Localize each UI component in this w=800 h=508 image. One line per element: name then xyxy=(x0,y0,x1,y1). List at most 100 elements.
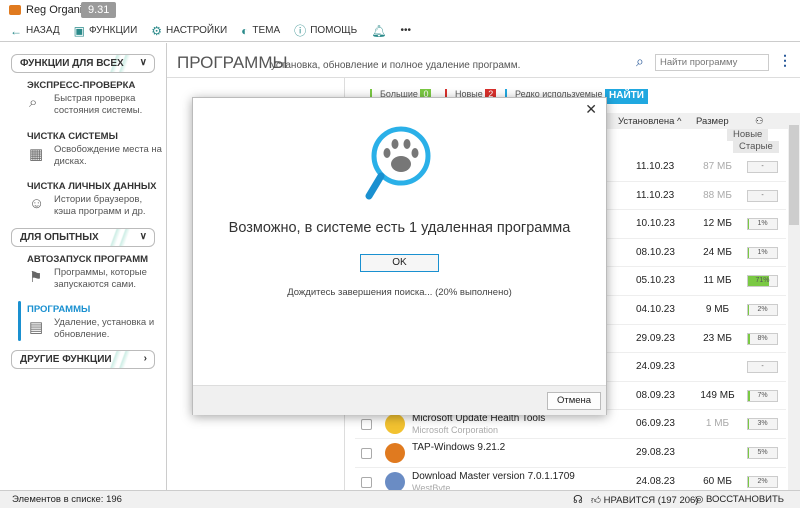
usage-bar: 1% xyxy=(747,218,778,231)
page-subtitle: установка, обновление и полное удаление … xyxy=(271,60,521,71)
item-count: Элементов в списке: 196 xyxy=(12,494,122,505)
ok-button[interactable]: OK xyxy=(360,254,439,272)
program-size: 24 МБ xyxy=(703,246,732,258)
help-label: ПОМОЩЬ xyxy=(310,25,358,36)
usage-label: 3% xyxy=(757,420,768,428)
paw-magnifier-icon xyxy=(365,126,431,200)
sidebar-item-privacy-cleanup[interactable]: ЧИСТКА ЛИЧНЫХ ДАННЫХ ☺ Истории браузеров, … xyxy=(27,181,162,218)
arrow-left-icon: ← xyxy=(10,23,22,38)
install-date: 05.10.23 xyxy=(636,275,675,287)
status-bar: Элементов в списке: 196 ☊ 👍︎ НРАВИТСЯ (1… xyxy=(0,490,800,508)
settings-button[interactable]: ⚙ НАСТРОЙКИ xyxy=(151,24,227,38)
restore-icon: ◎ xyxy=(695,494,704,505)
section-advanced[interactable]: ДЛЯ ОПЫТНЫХ ∨ xyxy=(11,228,155,247)
usage-bar: 5% xyxy=(747,447,778,459)
sidebar: ФУНКЦИИ ДЛЯ ВСЕХ ∨ ЭКСПРЕСС-ПРОВЕРКА ⌕ Быст… xyxy=(0,43,167,490)
program-size: 12 МБ xyxy=(703,218,732,230)
briefcase-icon: ▣ xyxy=(73,23,85,38)
program-size: 87 МБ xyxy=(703,161,732,172)
like-button[interactable]: 👍︎ НРАВИТСЯ (197 206) xyxy=(591,494,698,506)
section-other[interactable]: ДРУГИЕ ФУНКЦИИ › xyxy=(11,350,155,369)
install-date: 11.10.23 xyxy=(636,189,675,201)
install-date: 24.08.23 xyxy=(636,475,675,487)
program-name: TAP-Windows 9.21.2 xyxy=(412,442,506,453)
row-checkbox[interactable] xyxy=(361,448,372,459)
usage-label: 1% xyxy=(757,248,768,256)
dialog-footer: Отмена xyxy=(193,385,606,415)
usage-label: 8% xyxy=(757,334,768,342)
item-desc: Быстрая проверка состояния системы. xyxy=(54,93,143,116)
install-date: 04.10.23 xyxy=(636,304,675,315)
title-bar: Reg Organizer 9.31 xyxy=(0,0,800,20)
program-icon xyxy=(385,414,405,435)
row-checkbox[interactable] xyxy=(361,476,372,488)
privacy-icon: ☺ xyxy=(29,195,45,212)
usage-bar: 3% xyxy=(747,418,778,431)
sidebar-item-express-check[interactable]: ЭКСПРЕСС-ПРОВЕРКА ⌕ Быстрая проверка состо… xyxy=(27,80,162,117)
support-icon[interactable]: ☊ xyxy=(573,493,583,506)
item-desc: Удаление, установка и обновление. xyxy=(54,317,155,340)
theme-icon: ◐ xyxy=(241,23,249,38)
table-row[interactable]: TAP-Windows 9.21.2 29.08.23 5% xyxy=(355,439,786,468)
find-button[interactable]: НАЙТИ xyxy=(605,89,648,104)
install-date: 06.09.23 xyxy=(636,418,675,430)
functions-button[interactable]: ▣ ФУНКЦИИ xyxy=(74,24,138,38)
column-installed[interactable]: Установлена ^ xyxy=(618,116,682,127)
cancel-button[interactable]: Отмена xyxy=(547,392,601,410)
program-publisher: Microsoft Corporation xyxy=(412,425,499,436)
program-name: Microsoft Update Health Tools xyxy=(412,413,546,425)
sidebar-item-system-cleanup[interactable]: ЧИСТКА СИСТЕМЫ ▦ Освобождение места на дис… xyxy=(27,131,162,168)
help-button[interactable]: ⓘ ПОМОЩЬ xyxy=(294,22,357,39)
restore-button[interactable]: ◎ ВОССТАНОВИТЬ xyxy=(695,494,784,505)
usage-bar: - xyxy=(747,361,778,374)
program-name: Download Master version 7.0.1.1709 xyxy=(412,470,575,482)
usage-bar: 2% xyxy=(747,304,778,316)
item-title: ЧИСТКА СИСТЕМЫ xyxy=(27,131,118,142)
usage-label: - xyxy=(761,363,764,371)
scrollbar-thumb[interactable] xyxy=(789,125,799,225)
functions-label: ФУНКЦИИ xyxy=(88,25,138,36)
program-size: 1 МБ xyxy=(705,418,730,430)
flag-gear-icon: ⚑ xyxy=(29,269,43,286)
program-icon xyxy=(385,443,405,463)
section-label: ДРУГИЕ ФУНКЦИИ xyxy=(20,354,112,365)
row-checkbox[interactable] xyxy=(361,419,372,431)
group-old[interactable]: Старые xyxy=(733,141,779,153)
menu-kebab-icon[interactable]: ⋮ xyxy=(778,52,792,69)
program-size: 9 МБ xyxy=(705,304,730,315)
usage-label: 5% xyxy=(757,449,768,456)
section-for-all[interactable]: ФУНКЦИИ ДЛЯ ВСЕХ ∨ xyxy=(11,54,155,73)
group-new[interactable]: Новые xyxy=(727,129,769,141)
dialog-progress: Дождитесь завершения поиска... (20% выпо… xyxy=(287,287,512,298)
bell-icon: 🔔︎ xyxy=(371,23,387,38)
sidebar-item-autorun[interactable]: АВТОЗАПУСК ПРОГРАММ ⚑ Программы, которые з… xyxy=(27,254,162,291)
search-input[interactable] xyxy=(655,54,769,71)
thumbs-up-icon: 👍︎ xyxy=(591,495,601,506)
install-date: 08.09.23 xyxy=(636,389,675,401)
install-date: 24.09.23 xyxy=(636,361,675,373)
notifications-button[interactable]: 🔔︎ xyxy=(371,24,386,38)
more-button[interactable]: ••• xyxy=(400,25,411,36)
usage-bar: 8% xyxy=(747,332,778,345)
section-label: ФУНКЦИИ ДЛЯ ВСЕХ xyxy=(20,58,124,69)
program-size: 60 МБ xyxy=(703,475,732,487)
usage-bar: - xyxy=(747,161,778,173)
close-icon[interactable]: ✕ xyxy=(585,101,597,118)
restore-label: ВОССТАНОВИТЬ xyxy=(705,494,785,505)
usage-bar: 71% xyxy=(747,275,778,288)
theme-button[interactable]: ◐ ТЕМА xyxy=(241,24,280,38)
sidebar-item-programs[interactable]: ПРОГРАММЫ ▤ Удаление, установка и обновлен… xyxy=(27,304,162,341)
active-indicator xyxy=(18,301,21,341)
item-title: ЭКСПРЕСС-ПРОВЕРКА xyxy=(27,80,136,91)
usage-label: 7% xyxy=(757,391,768,399)
install-date: 08.10.23 xyxy=(636,246,675,258)
usage-label: 1% xyxy=(757,220,768,228)
settings-label: НАСТРОЙКИ xyxy=(166,25,228,36)
search-icon[interactable]: ⌕ xyxy=(636,53,644,70)
column-size[interactable]: Размер xyxy=(696,116,729,127)
item-title: ЧИСТКА ЛИЧНЫХ ДАННЫХ xyxy=(27,181,157,192)
toolbar: ← НАЗАД ▣ ФУНКЦИИ ⚙ НАСТРОЙКИ ◐ ТЕМА ⓘ ПОМОЩЬ… xyxy=(0,20,800,42)
app-logo-icon xyxy=(9,5,21,15)
back-button[interactable]: ← НАЗАД xyxy=(10,24,60,38)
users-icon[interactable]: ⚇ xyxy=(755,116,764,127)
